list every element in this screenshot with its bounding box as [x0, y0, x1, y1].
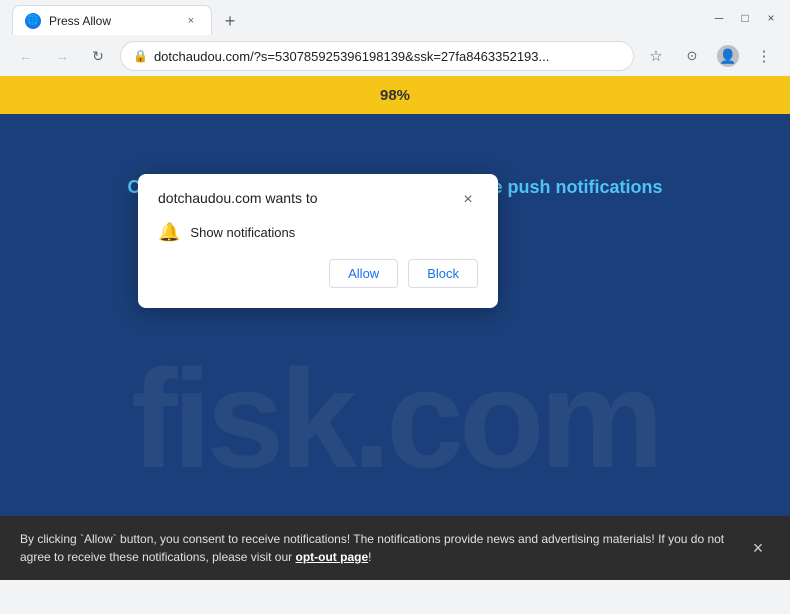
progress-bar-container: 98% — [0, 76, 790, 114]
profile-avatar: 👤 — [717, 45, 739, 67]
downloads-icon: ⊙ — [687, 48, 698, 64]
minimize-button[interactable]: ─ — [712, 11, 726, 25]
maximize-button[interactable]: □ — [738, 11, 752, 25]
banner-text-end: ! — [368, 550, 371, 564]
popup-header: dotchaudou.com wants to × — [158, 190, 478, 210]
popup-title: dotchaudou.com wants to — [158, 190, 318, 206]
permission-popup: dotchaudou.com wants to × 🔔 Show notific… — [138, 174, 498, 308]
page-content: fisk.com 98% Click the «Allow» button to… — [0, 76, 790, 580]
profile-button[interactable]: 👤 — [714, 42, 742, 70]
back-button[interactable]: ← — [12, 42, 40, 70]
window-controls: ─ □ × — [712, 11, 778, 25]
browser-tab[interactable]: 🌐 Press Allow × — [12, 5, 212, 35]
opt-out-link[interactable]: opt-out page — [295, 550, 368, 564]
bell-icon: 🔔 — [158, 222, 180, 243]
permission-row: 🔔 Show notifications — [158, 222, 478, 243]
bottom-banner-text: By clicking `Allow` button, you consent … — [20, 530, 730, 566]
popup-close-button[interactable]: × — [458, 190, 478, 210]
permission-label: Show notifications — [190, 225, 295, 240]
progress-text: 98% — [380, 87, 410, 104]
block-button[interactable]: Block — [408, 259, 478, 288]
title-bar: 🌐 Press Allow × + ─ □ × — [0, 0, 790, 36]
bottom-banner: By clicking `Allow` button, you consent … — [0, 516, 790, 580]
allow-button[interactable]: Allow — [329, 259, 398, 288]
url-bar[interactable]: 🔒 dotchaudou.com/?s=530785925396198139&s… — [120, 41, 634, 71]
banner-close-button[interactable]: × — [746, 536, 770, 560]
banner-text-start: By clicking `Allow` button, you consent … — [20, 532, 724, 564]
browser-window: 🌐 Press Allow × + ─ □ × ← → ↻ 🔒 dotchaud… — [0, 0, 790, 614]
lock-icon: 🔒 — [133, 49, 148, 63]
tab-favicon: 🌐 — [25, 13, 41, 29]
reload-button[interactable]: ↻ — [84, 42, 112, 70]
close-window-button[interactable]: × — [764, 11, 778, 25]
url-text: dotchaudou.com/?s=530785925396198139&ssk… — [154, 49, 621, 64]
tab-close-button[interactable]: × — [183, 13, 199, 29]
bookmark-button[interactable]: ☆ — [642, 42, 670, 70]
watermark-text: fisk.com — [131, 338, 659, 500]
downloads-button[interactable]: ⊙ — [678, 42, 706, 70]
address-bar: ← → ↻ 🔒 dotchaudou.com/?s=53078592539619… — [0, 36, 790, 76]
tab-title: Press Allow — [49, 14, 175, 28]
new-tab-button[interactable]: + — [216, 7, 244, 35]
tab-bar: 🌐 Press Allow × + — [12, 1, 704, 35]
popup-actions: Allow Block — [158, 259, 478, 288]
forward-button[interactable]: → — [48, 42, 76, 70]
menu-button[interactable]: ⋮ — [750, 42, 778, 70]
